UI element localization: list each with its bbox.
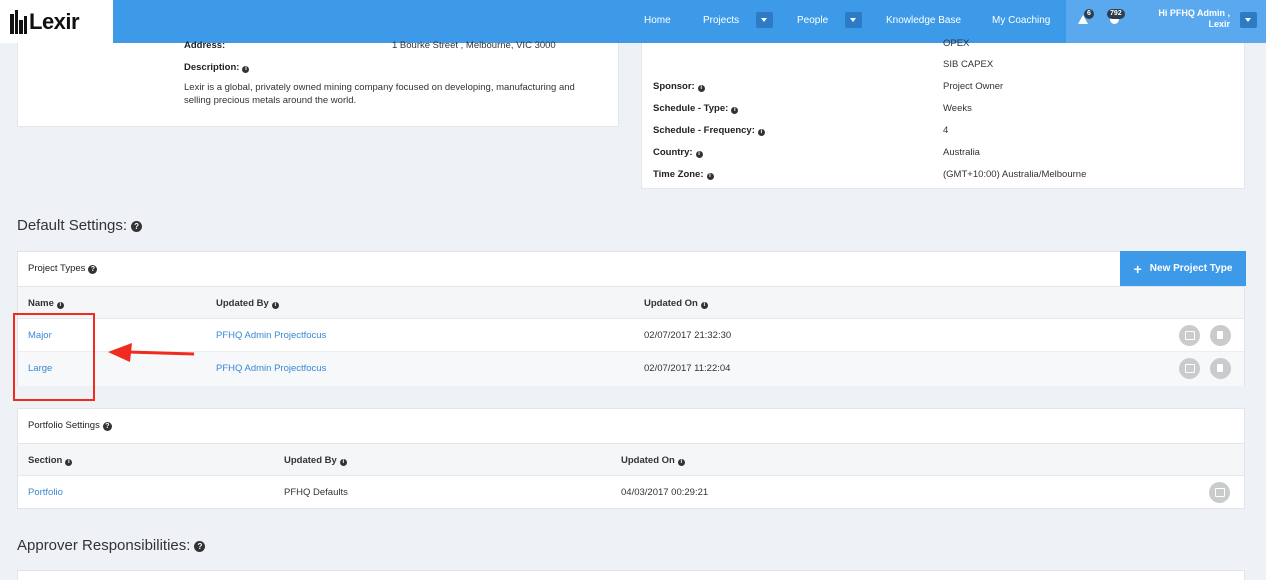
default-settings-title: Default Settings:? xyxy=(17,217,143,234)
portfolio-settings-header: Portfolio Settings? xyxy=(18,409,1244,444)
time-zone-label: Time Zone: i xyxy=(653,169,714,180)
schedule-type-value: Weeks xyxy=(943,103,972,114)
help-icon[interactable]: ? xyxy=(131,221,143,232)
nav-projects[interactable]: Projects xyxy=(703,15,739,26)
approver-responsibilities-title: Approver Responsibilities:? xyxy=(17,537,206,554)
schedule-frequency-value: 4 xyxy=(943,125,949,136)
col-updated-by[interactable]: Updated By i xyxy=(216,298,279,309)
portfolio-table-header: Section i Updated By i Updated On i xyxy=(18,444,1244,476)
updated-on-value: 04/03/2017 00:29:21 xyxy=(621,487,709,498)
project-types-table-header: Name i Updated By i Updated On i xyxy=(18,287,1244,319)
table-row: Major PFHQ Admin Projectfocus 02/07/2017… xyxy=(18,319,1244,352)
user-greeting-line2: Lexir xyxy=(1208,19,1230,29)
col-name[interactable]: Name i xyxy=(28,298,64,309)
schedule-type-label: Schedule - Type: i xyxy=(653,103,739,114)
time-zone-value: (GMT+10:00) Australia/Melbourne xyxy=(943,169,1087,180)
table-row: Portfolio PFHQ Defaults 04/03/2017 00:29… xyxy=(18,476,1244,509)
sib-capex-value: SIB CAPEX xyxy=(943,59,994,70)
schedule-frequency-label: Schedule - Frequency: i xyxy=(653,125,765,136)
updated-by-value: PFHQ Defaults xyxy=(284,487,348,498)
address-value: 1 Bourke Street , Melbourne, VIC 3000 xyxy=(392,40,556,51)
info-icon: i xyxy=(697,85,705,92)
annotation-arrow-icon xyxy=(108,343,195,362)
nav-my-coaching[interactable]: My Coaching xyxy=(992,15,1050,26)
col-updated-on[interactable]: Updated On i xyxy=(644,298,708,309)
nav-home[interactable]: Home xyxy=(644,15,671,26)
help-icon[interactable]: ? xyxy=(88,265,98,274)
delete-icon[interactable] xyxy=(1210,325,1231,346)
notification-count-badge: 792 xyxy=(1107,9,1125,19)
country-value: Australia xyxy=(943,147,980,158)
user-greeting-line1: Hi PFHQ Admin , xyxy=(1158,8,1230,18)
people-dropdown-icon[interactable] xyxy=(845,12,862,28)
projects-dropdown-icon[interactable] xyxy=(756,12,773,28)
info-icon: i xyxy=(271,302,279,309)
user-dropdown-icon[interactable] xyxy=(1240,12,1257,28)
portfolio-settings-card: Portfolio Settings? Section i Updated By i… xyxy=(17,408,1245,509)
top-nav-bar: Lexir Home Projects People Knowledge Bas… xyxy=(0,0,1266,43)
info-icon: i xyxy=(242,66,250,73)
sponsor-label: Sponsor: i xyxy=(653,81,705,92)
nav-people[interactable]: People xyxy=(797,15,828,26)
logo-building-icon xyxy=(10,9,28,34)
country-label: Country: i xyxy=(653,147,703,158)
logo-text: Lexir xyxy=(29,8,80,34)
portfolio-settings-title: Portfolio Settings? xyxy=(28,420,112,431)
info-icon: i xyxy=(56,302,64,309)
edit-icon[interactable] xyxy=(1179,358,1200,379)
approver-card xyxy=(17,570,1245,580)
nav-knowledge-base[interactable]: Knowledge Base xyxy=(886,15,961,26)
plus-icon: + xyxy=(1133,260,1142,277)
info-icon: i xyxy=(65,459,73,466)
info-icon: i xyxy=(695,151,703,158)
sponsor-value: Project Owner xyxy=(943,81,1004,92)
info-icon: i xyxy=(339,459,347,466)
project-types-card: Project Types? + New Project Type Name i U… xyxy=(17,251,1246,386)
info-icon: i xyxy=(700,302,708,309)
help-icon[interactable]: ? xyxy=(194,541,206,552)
updated-on-value: 02/07/2017 11:22:04 xyxy=(644,363,731,374)
info-icon: i xyxy=(677,459,685,466)
updated-by-link[interactable]: PFHQ Admin Projectfocus xyxy=(216,363,326,374)
description-text: Lexir is a global, privately owned minin… xyxy=(184,82,575,106)
table-row: Large PFHQ Admin Projectfocus 02/07/2017… xyxy=(18,352,1244,386)
info-icon: i xyxy=(731,107,739,114)
opex-value: OPEX xyxy=(943,38,970,49)
edit-icon[interactable] xyxy=(1209,482,1230,503)
new-project-type-button[interactable]: + New Project Type xyxy=(1120,251,1246,286)
project-details-panel: OPEX SIB CAPEX Sponsor: i Project Owner S… xyxy=(641,38,1245,189)
info-icon: i xyxy=(757,129,765,136)
user-greeting[interactable]: Hi PFHQ Admin , Lexir xyxy=(1140,8,1230,30)
updated-by-link[interactable]: PFHQ Admin Projectfocus xyxy=(216,330,326,341)
description-label: Description: i xyxy=(184,62,250,73)
portfolio-section-link[interactable]: Portfolio xyxy=(28,487,63,498)
col-updated-on[interactable]: Updated On i xyxy=(621,455,685,466)
col-updated-by[interactable]: Updated By i xyxy=(284,455,347,466)
col-section[interactable]: Section i xyxy=(28,455,73,466)
delete-icon[interactable] xyxy=(1210,358,1231,379)
updated-on-value: 02/07/2017 21:32:30 xyxy=(644,330,732,341)
logo[interactable]: Lexir xyxy=(0,0,113,43)
project-types-header: Project Types? xyxy=(18,252,1244,287)
company-info-panel: Address: 1 Bourke Street , Melbourne, VI… xyxy=(17,40,619,127)
alert-count-badge: 6 xyxy=(1084,9,1094,19)
project-types-title: Project Types? xyxy=(28,263,98,274)
highlight-box xyxy=(13,313,95,401)
edit-icon[interactable] xyxy=(1179,325,1200,346)
info-icon: i xyxy=(706,173,714,180)
address-label: Address: xyxy=(184,40,226,51)
help-icon[interactable]: ? xyxy=(102,422,112,431)
